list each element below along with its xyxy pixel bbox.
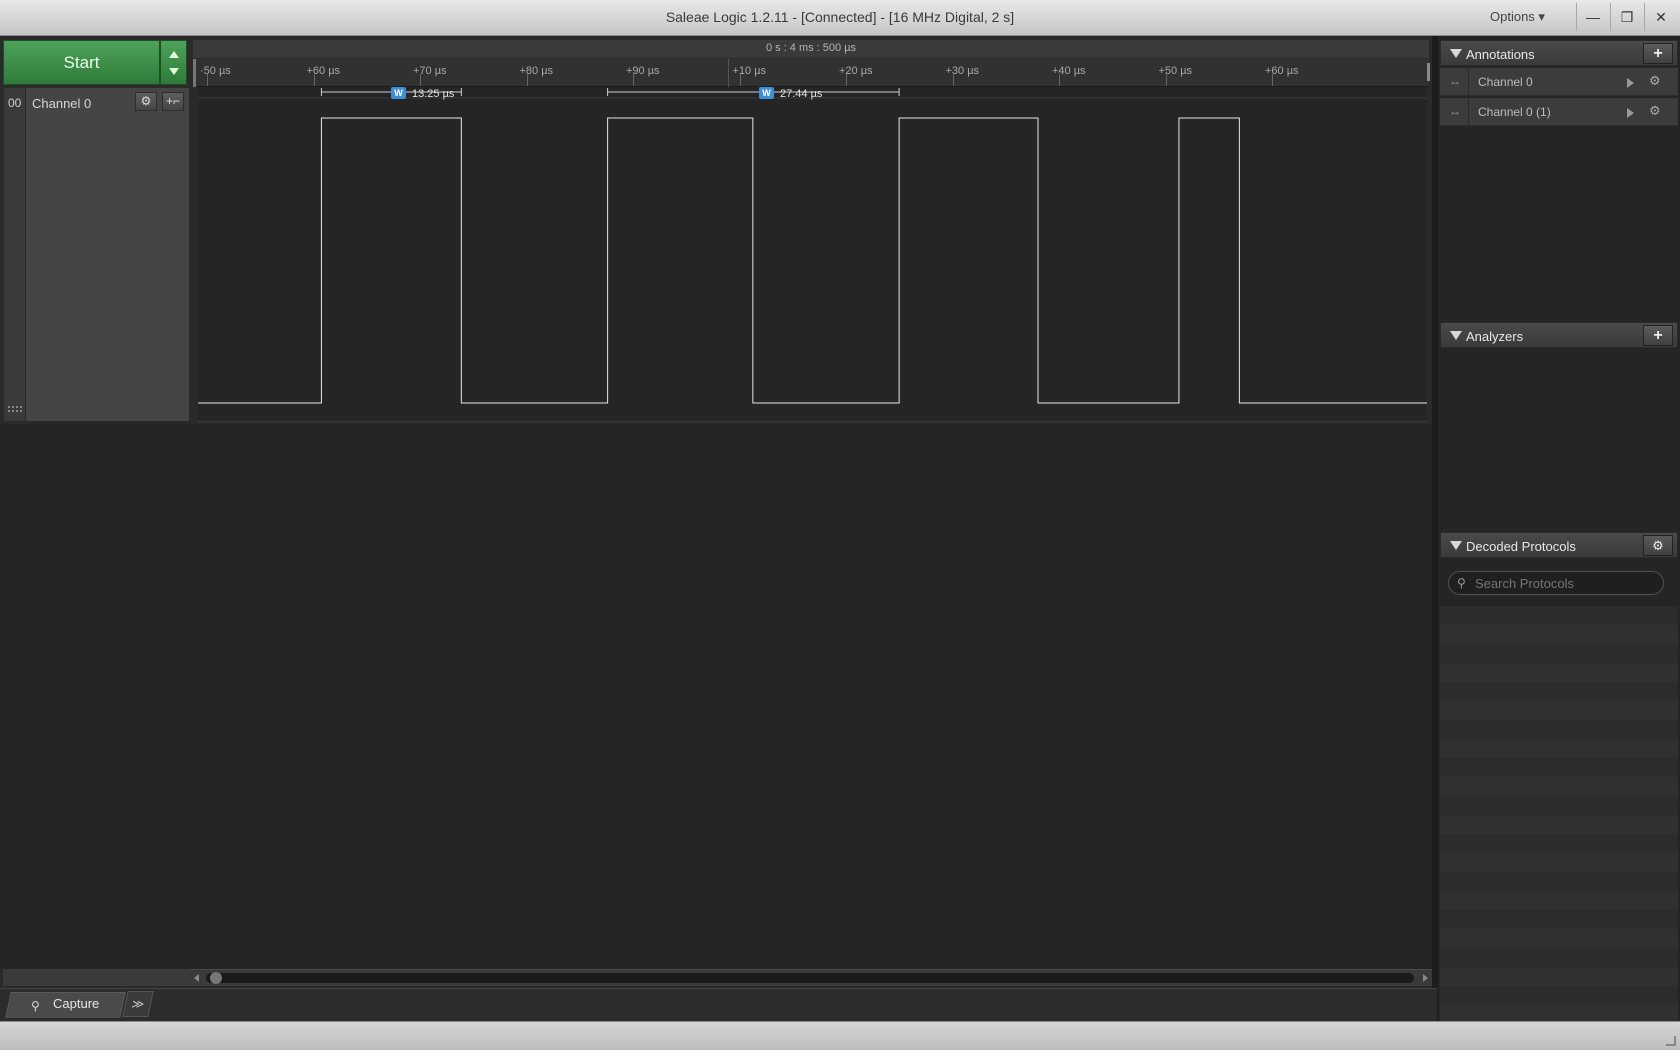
channel-index: 00 <box>8 96 22 110</box>
ruler-tick-label: +80 µs <box>519 65 554 77</box>
timeline-center-time: 0 s : 4 ms : 500 µs <box>193 40 1429 59</box>
ruler-tick-line <box>207 74 208 86</box>
gear-icon[interactable]: ⚙ <box>1649 73 1661 89</box>
ruler-tick-label: +10 µs <box>732 65 767 77</box>
decoded-protocols-panel-header[interactable]: Decoded Protocols ⚙ <box>1440 532 1678 558</box>
annotation-name: Channel 0 <box>1478 75 1533 89</box>
ruler-tick-line <box>420 74 421 86</box>
restore-button[interactable]: ❐ <box>1612 4 1642 30</box>
annotation-item[interactable]: ↔ Channel 0 ⚙ <box>1440 68 1678 96</box>
scroll-track[interactable] <box>206 973 1414 983</box>
ruler-center-marker <box>728 59 729 87</box>
ruler-tick-line <box>526 74 528 86</box>
close-button[interactable]: ✕ <box>1646 4 1676 30</box>
bottom-tab-bar <box>0 988 1437 1021</box>
ruler-tick-label: +20 µs <box>839 65 873 77</box>
scroll-spacer <box>3 969 190 986</box>
collapse-triangle-icon[interactable] <box>1450 331 1462 340</box>
decoded-protocols-title: Decoded Protocols <box>1466 539 1576 554</box>
channel-name[interactable]: Channel 0 <box>32 96 91 111</box>
status-bar <box>0 1021 1680 1050</box>
annotation-item[interactable]: ↔ Channel 0 (1) ⚙ <box>1440 98 1678 126</box>
ruler-tick-line <box>1165 74 1167 86</box>
row-divider <box>1468 68 1469 96</box>
search-protocols-box[interactable]: ⚲ <box>1448 571 1664 595</box>
tab-capture-label[interactable]: Capture <box>53 996 99 1011</box>
ruler-tick-line <box>313 74 315 86</box>
arrow-down-icon <box>169 68 179 75</box>
window-title: Saleae Logic 1.2.11 - [Connected] - [16 … <box>665 9 1015 25</box>
ruler-tick-label: +70 µs <box>413 65 447 77</box>
resize-grip-icon[interactable] <box>1666 1036 1676 1046</box>
window-title-bar: Saleae Logic 1.2.11 - [Connected] - [16 … <box>0 0 1680 36</box>
decoded-protocols-list[interactable] <box>1440 606 1678 1021</box>
move-arrows-icon[interactable]: ↔ <box>1444 74 1466 88</box>
collapse-triangle-icon[interactable] <box>1450 49 1462 58</box>
decoded-protocols-settings-gear-icon[interactable]: ⚙ <box>1643 535 1673 556</box>
waveform-view[interactable] <box>198 87 1427 422</box>
arrow-up-icon <box>169 51 179 58</box>
ruler-tick-label: +30 µs <box>945 65 980 77</box>
ruler-tick-line <box>846 74 847 86</box>
pulse-width-measurement: 13.25 µs <box>412 88 455 100</box>
ruler-tick-line <box>1272 74 1273 86</box>
waveform-trace <box>198 117 1427 404</box>
ruler-right-edge <box>1427 63 1430 81</box>
minimize-button[interactable]: — <box>1578 4 1608 30</box>
start-capture-button[interactable]: Start <box>3 40 160 85</box>
move-arrows-icon[interactable]: ↔ <box>1444 104 1466 118</box>
play-icon[interactable] <box>1627 108 1634 118</box>
ruler-tick-label: +90 µs <box>626 65 660 77</box>
ruler-tick-line <box>1059 74 1060 86</box>
title-separator <box>1610 3 1611 31</box>
add-annotation-button[interactable]: + <box>1643 43 1673 64</box>
title-separator <box>1644 3 1645 31</box>
scroll-thumb[interactable] <box>210 972 222 984</box>
options-menu-button[interactable]: Options ▾ <box>1490 9 1570 27</box>
time-ruler[interactable]: ·50 µs +60 µs +70 µs +80 µs +90 µs +10 µs +20 … <box>193 59 1429 87</box>
title-separator <box>1576 3 1577 31</box>
capture-options-button[interactable] <box>160 40 187 85</box>
row-divider <box>1468 98 1469 126</box>
empty-canvas-area <box>0 424 1432 969</box>
ruler-tick-label: +50 µs <box>1158 65 1193 77</box>
search-protocols-input[interactable] <box>1475 574 1660 592</box>
analyzers-title: Analyzers <box>1466 329 1524 344</box>
scroll-right-icon[interactable] <box>1423 974 1428 982</box>
drag-grip-icon[interactable] <box>8 406 22 412</box>
pulse-width-measurement: 27.44 µs <box>780 88 823 100</box>
channel-row[interactable]: 00 Channel 0 ⚙ +⌐ <box>3 87 190 422</box>
add-analyzer-button[interactable]: + <box>1643 325 1673 346</box>
horizontal-scrollbar[interactable] <box>190 969 1432 986</box>
channel-settings-gear-icon[interactable]: ⚙ <box>135 92 157 111</box>
ruler-left-edge <box>193 59 196 87</box>
ruler-tick-line <box>952 74 954 86</box>
width-measure-badge-icon[interactable]: W <box>759 87 774 99</box>
ruler-tick-line <box>633 74 634 86</box>
ruler-tick-label: +60 µs <box>1265 65 1299 77</box>
search-icon: ⚲ <box>1457 576 1466 590</box>
channel-index-column: 00 <box>4 88 26 421</box>
center-time-label: 0 s : 4 ms : 500 µs <box>765 42 857 54</box>
width-measure-badge-icon[interactable]: W <box>391 87 406 99</box>
channel-0-waveform <box>198 88 1427 404</box>
annotation-name: Channel 0 (1) <box>1478 105 1551 119</box>
gear-icon[interactable]: ⚙ <box>1649 103 1661 119</box>
ruler-tick-line <box>739 74 741 86</box>
ruler-tick-label: +40 µs <box>1052 65 1086 77</box>
play-icon[interactable] <box>1627 78 1634 88</box>
collapse-triangle-icon[interactable] <box>1450 541 1462 550</box>
more-tabs-button[interactable]: ≫ <box>122 991 154 1017</box>
analyzers-panel-header[interactable]: Analyzers + <box>1440 322 1678 348</box>
ruler-tick-label: ·50 µs <box>200 65 231 77</box>
ruler-tick-label: +60 µs <box>306 65 341 77</box>
annotations-title: Annotations <box>1466 47 1535 62</box>
trigger-edge-icon[interactable]: +⌐ <box>162 92 184 111</box>
annotations-panel-header[interactable]: Annotations + <box>1440 40 1678 66</box>
capture-search-icon: ⚲ <box>31 999 40 1013</box>
scroll-left-icon[interactable] <box>194 974 199 982</box>
